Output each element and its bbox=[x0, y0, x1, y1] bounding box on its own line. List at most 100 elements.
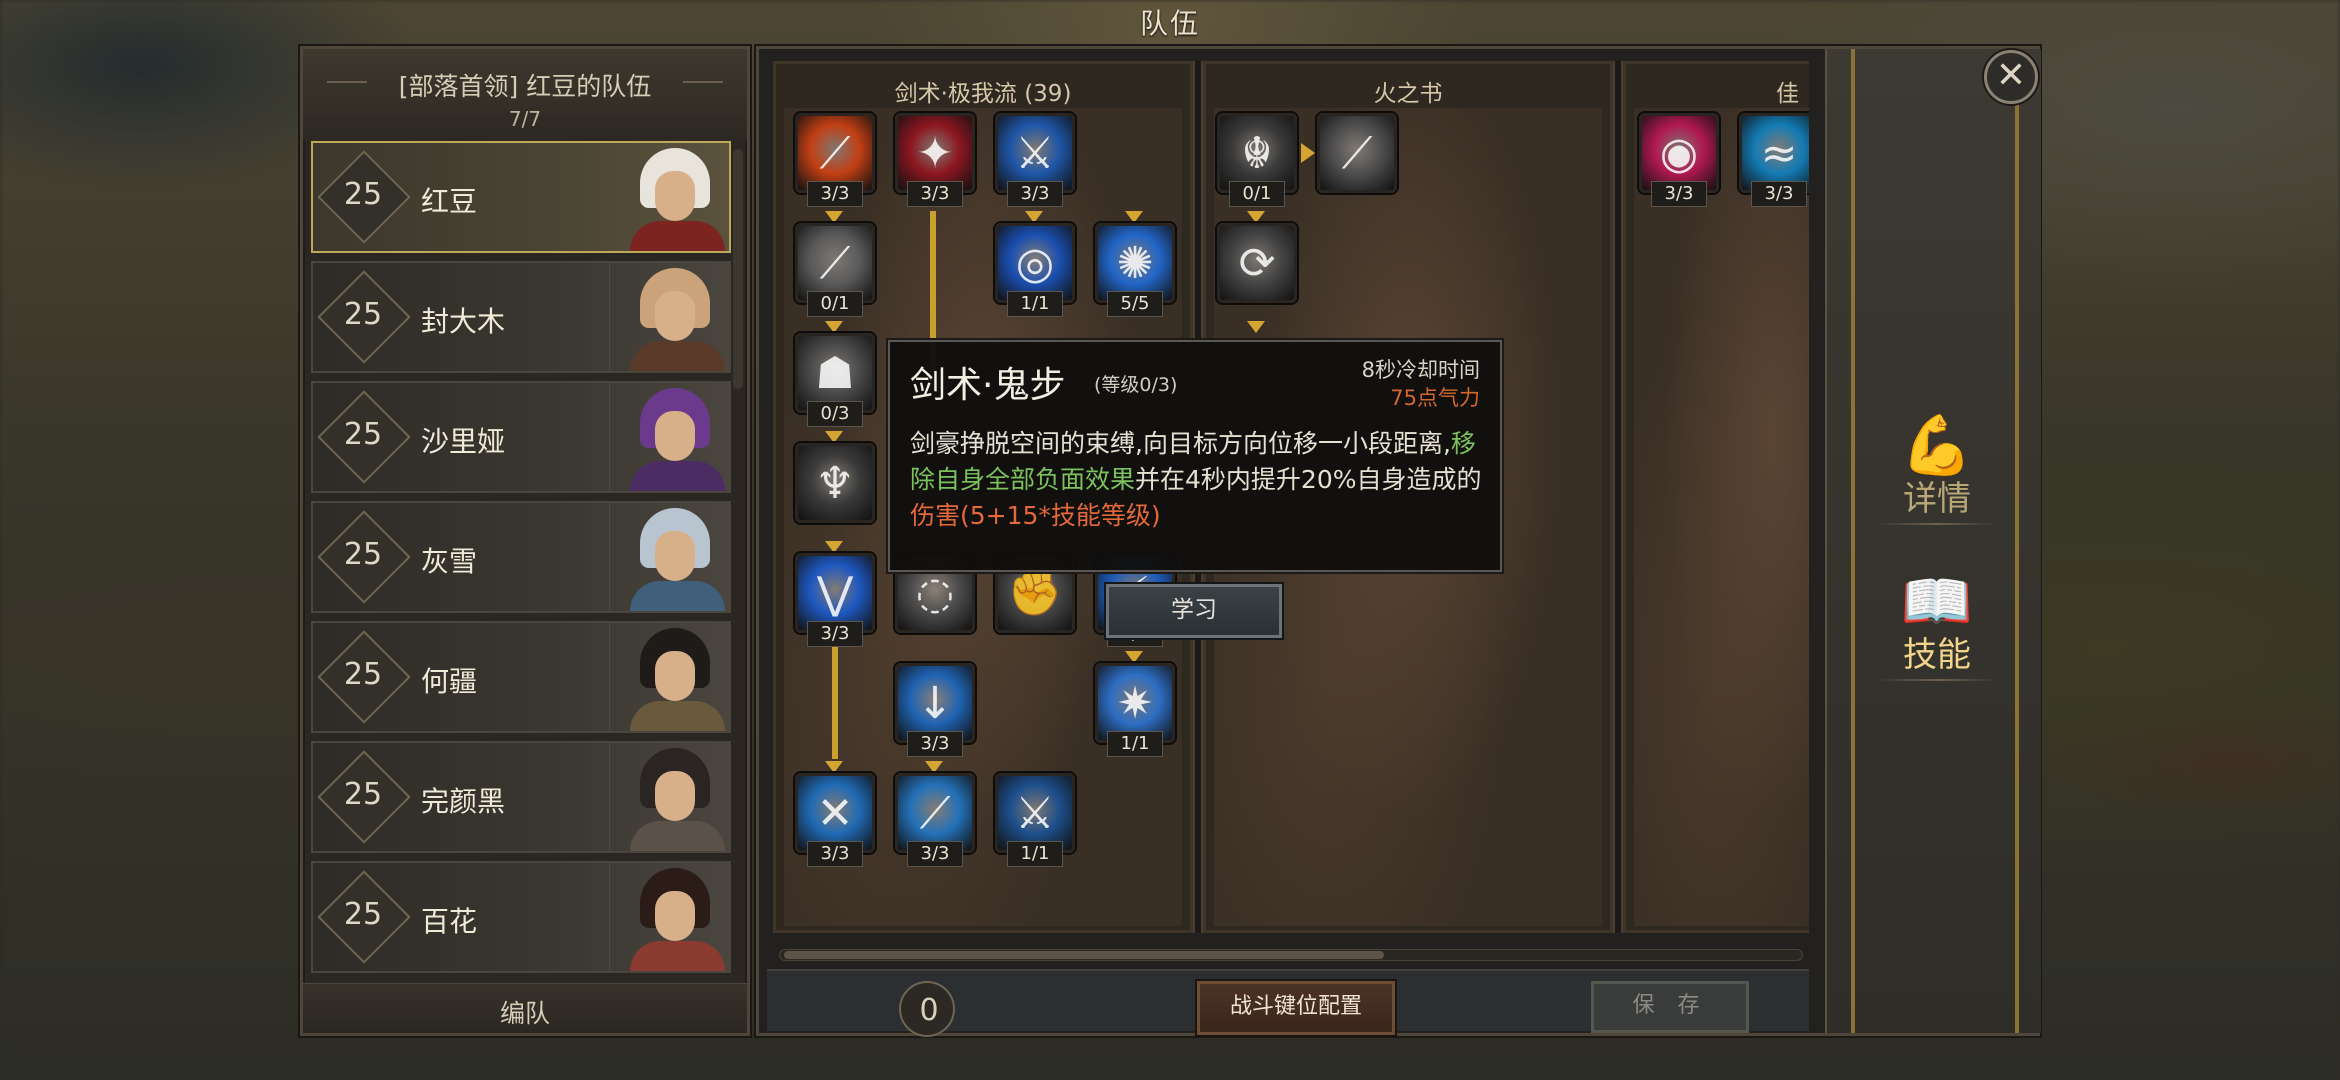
portrait-body bbox=[630, 821, 725, 851]
skill-points-value: 0 bbox=[919, 993, 939, 1028]
tooltip-cost: 75点气力 bbox=[1390, 386, 1480, 410]
skill-grey-blade-icon[interactable]: ⟋ bbox=[1317, 113, 1397, 193]
team-member-row[interactable]: 25 百花 bbox=[311, 861, 731, 973]
portrait-face bbox=[655, 171, 695, 221]
portrait-face bbox=[655, 891, 695, 941]
tooltip-desc-part-1: 剑豪挣脱空间的束缚,向目标方向位移一小段距离, bbox=[910, 429, 1451, 458]
scrollbar-thumb[interactable] bbox=[784, 951, 1384, 959]
skill-glyph: ⟋ bbox=[919, 787, 951, 839]
arrow-down-icon bbox=[825, 321, 843, 333]
member-name: 封大木 bbox=[421, 305, 506, 338]
column-divider bbox=[1613, 61, 1623, 933]
skill-glyph: ✦ bbox=[916, 127, 954, 179]
close-button[interactable]: ✕ bbox=[1984, 50, 2038, 104]
skill-glyph: ⟋ bbox=[1341, 127, 1373, 179]
skill-level-count: 3/3 bbox=[807, 841, 863, 867]
member-level: 25 bbox=[343, 657, 383, 692]
skill-glyph: ✷ bbox=[1116, 677, 1154, 729]
team-member-list[interactable]: 25 红豆 25 封大木 25 沙里娅 25 灰雪 25 何疆 25 完颜黑 25 百花 bbox=[311, 141, 731, 1021]
portrait-face bbox=[655, 531, 695, 581]
tab-skills-label: 技能 bbox=[1903, 635, 1971, 675]
tab-details[interactable]: 💪 详情 bbox=[1877, 405, 1997, 535]
skill-level-count: 3/3 bbox=[907, 841, 963, 867]
skill-glyph: ⟋ bbox=[819, 237, 851, 289]
portrait-body bbox=[630, 221, 725, 251]
member-level: 25 bbox=[343, 897, 383, 932]
member-portrait bbox=[609, 383, 729, 491]
skill-glyph: ◎ bbox=[1015, 237, 1055, 289]
team-member-row[interactable]: 25 何疆 bbox=[311, 621, 731, 733]
member-level: 25 bbox=[343, 537, 383, 572]
tooltip-skill-name: 剑术·鬼步 bbox=[910, 365, 1066, 406]
member-portrait bbox=[609, 743, 729, 851]
skill-level-count: 3/3 bbox=[1751, 181, 1807, 207]
tab-skills[interactable]: 📖 技能 bbox=[1877, 561, 1997, 691]
formation-button[interactable]: 编队 bbox=[303, 983, 747, 1033]
tooltip-desc-damage: 伤害(5+15*技能等级) bbox=[910, 501, 1161, 530]
tab-bar-border bbox=[1851, 49, 1855, 1033]
arrow-right-icon bbox=[1301, 143, 1315, 163]
tree-horizontal-scrollbar[interactable] bbox=[779, 949, 1803, 961]
save-button[interactable]: 保 存 bbox=[1591, 981, 1749, 1033]
column-title-fire: 火之书 bbox=[1373, 81, 1443, 107]
member-level: 25 bbox=[343, 777, 383, 812]
skill-glyph: ⚔ bbox=[1015, 787, 1055, 839]
formation-label: 编队 bbox=[499, 999, 550, 1028]
skill-glyph: ✺ bbox=[1116, 237, 1154, 289]
arrow-down-icon bbox=[1125, 651, 1143, 663]
skill-demon-mask-icon[interactable]: ♆ bbox=[795, 443, 875, 523]
member-level: 25 bbox=[343, 297, 383, 332]
combat-keybind-button[interactable]: 战斗键位配置 bbox=[1197, 981, 1395, 1035]
portrait-face bbox=[655, 411, 695, 461]
skill-level-count: 1/1 bbox=[1107, 731, 1163, 757]
tab-separator bbox=[1877, 523, 1997, 525]
member-name: 沙里娅 bbox=[421, 425, 506, 458]
skill-level-count: 3/3 bbox=[807, 181, 863, 207]
skill-level-count: 0/1 bbox=[1229, 181, 1285, 207]
arrow-down-icon bbox=[825, 761, 843, 773]
column-artwork bbox=[1634, 108, 1809, 926]
member-level: 25 bbox=[343, 417, 383, 452]
skill-level-count: 3/3 bbox=[1651, 181, 1707, 207]
title-ornament-right bbox=[683, 81, 723, 83]
tooltip-skill-level: (等级0/3) bbox=[1094, 374, 1178, 396]
team-title: [部落首领] 红豆的队伍 bbox=[398, 72, 652, 101]
skill-glyph: ↓ bbox=[916, 677, 954, 729]
team-member-row[interactable]: 25 封大木 bbox=[311, 261, 731, 373]
skill-level-count: 3/3 bbox=[1007, 181, 1063, 207]
portrait-body bbox=[630, 701, 725, 731]
team-member-row[interactable]: 25 完颜黑 bbox=[311, 741, 731, 853]
skill-level-count: 0/1 bbox=[807, 291, 863, 317]
member-portrait bbox=[609, 143, 729, 251]
arrow-down-icon bbox=[1025, 211, 1043, 223]
skill-glyph: ⟋ bbox=[819, 127, 851, 179]
portrait-body bbox=[630, 581, 725, 611]
team-member-row[interactable]: 25 红豆 bbox=[311, 141, 731, 253]
skill-glyph: ≈ bbox=[1760, 127, 1798, 179]
arrow-down-icon bbox=[825, 431, 843, 443]
side-tab-bar: 💪 详情 📖 技能 bbox=[1825, 49, 2041, 1033]
member-portrait bbox=[609, 863, 729, 971]
arrow-down-icon bbox=[925, 761, 943, 773]
arrow-down-icon bbox=[1247, 211, 1265, 223]
member-name: 完颜黑 bbox=[421, 785, 506, 818]
skill-glyph: ⋁ bbox=[816, 567, 854, 619]
portrait-face bbox=[655, 771, 695, 821]
arrow-down-icon bbox=[1247, 321, 1265, 333]
learn-button[interactable]: 学习 bbox=[1106, 584, 1282, 638]
screen-title: 队伍 bbox=[1139, 7, 1200, 40]
arrow-down-icon bbox=[825, 541, 843, 553]
team-count: 7/7 bbox=[508, 107, 542, 131]
arrow-down-icon bbox=[1125, 211, 1143, 223]
tooltip-desc-part-2: 并在4秒内提升20%自身造成的 bbox=[1135, 465, 1482, 494]
team-member-row[interactable]: 25 沙里娅 bbox=[311, 381, 731, 493]
portrait-body bbox=[630, 941, 725, 971]
tooltip-cooldown: 8秒冷却时间 bbox=[1361, 358, 1480, 382]
team-member-row[interactable]: 25 灰雪 bbox=[311, 501, 731, 613]
member-level: 25 bbox=[343, 177, 383, 212]
member-name: 红豆 bbox=[421, 185, 478, 218]
skill-grey-hook-icon[interactable]: ⟳ bbox=[1217, 223, 1297, 303]
skill-level-count: 5/5 bbox=[1107, 291, 1163, 317]
skill-glyph: ⚔ bbox=[1015, 127, 1055, 179]
team-scrollbar[interactable] bbox=[733, 149, 743, 389]
